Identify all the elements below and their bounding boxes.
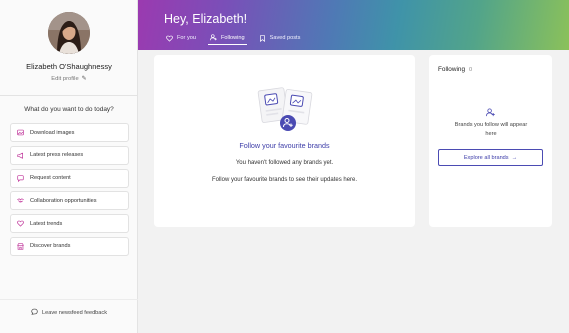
tab-label: Saved posts	[269, 35, 301, 41]
edit-profile-link[interactable]: Edit profile ✎	[0, 75, 138, 82]
image-icon	[17, 129, 24, 136]
action-label: Collaboration opportunities	[30, 197, 97, 204]
user-plus-icon	[486, 108, 495, 119]
tab-label: For you	[177, 35, 196, 41]
feedback-label: Leave newsfeed feedback	[42, 310, 107, 316]
action-label: Latest press releases	[30, 152, 84, 159]
store-icon	[17, 243, 24, 250]
following-title: Following	[438, 66, 465, 73]
sidebar: Elizabeth O'Shaughnessy Edit profile ✎ Wh…	[0, 0, 138, 333]
explore-label: Explore all brands	[463, 154, 509, 161]
action-list: Download images Latest press releases Re…	[10, 123, 129, 260]
sidebar-heading: What do you want to do today?	[24, 106, 114, 113]
action-label: Download images	[30, 129, 75, 136]
sidebar-bottom-divider	[0, 299, 138, 300]
following-card: Following 0 Brands you follow will appear…	[429, 55, 552, 227]
action-label: Discover brands	[30, 243, 71, 250]
action-discover-brands[interactable]: Discover brands	[10, 236, 129, 256]
action-label: Latest trends	[30, 220, 63, 227]
action-label: Request content	[30, 175, 71, 182]
heart-icon	[166, 35, 173, 42]
action-latest-trends[interactable]: Latest trends	[10, 214, 129, 234]
following-empty-text: Brands you follow will appear here	[454, 122, 528, 137]
chat-icon	[17, 174, 24, 182]
empty-state-hint: Follow your favourite brands to see thei…	[211, 177, 358, 183]
follow-brands-card: Follow your favourite brands You haven't…	[154, 55, 415, 227]
chat-icon	[31, 308, 38, 317]
bookmark-icon	[259, 34, 266, 42]
action-collaboration-opportunities[interactable]: Collaboration opportunities	[10, 191, 129, 211]
following-count: 0	[469, 67, 473, 73]
heart-icon	[17, 220, 24, 227]
profile-name: Elizabeth O'Shaughnessy	[26, 62, 112, 71]
explore-all-brands-button[interactable]: Explore all brands →	[438, 149, 543, 166]
tab-following[interactable]: Following	[207, 34, 247, 45]
edit-profile-label: Edit profile	[51, 76, 79, 82]
follow-brands-illustration	[256, 83, 316, 135]
following-heading: Following 0	[438, 66, 472, 73]
sidebar-divider	[0, 95, 138, 96]
arrow-right-icon: →	[511, 154, 518, 161]
avatar[interactable]	[48, 12, 90, 54]
tab-saved-posts[interactable]: Saved posts	[257, 34, 303, 45]
follow-brands-title: Follow your favourite brands	[239, 141, 330, 150]
greeting-title: Hey, Elizabeth!	[164, 12, 248, 26]
hero-banner: Hey, Elizabeth! For you Following Saved …	[138, 0, 569, 50]
tab-for-you[interactable]: For you	[164, 34, 198, 45]
user-plus-icon	[209, 34, 217, 41]
pencil-icon: ✎	[81, 76, 87, 82]
action-request-content[interactable]: Request content	[10, 168, 129, 188]
action-latest-press-releases[interactable]: Latest press releases	[10, 145, 129, 165]
feed-tabs: For you Following Saved posts	[164, 34, 312, 45]
empty-state-message: You haven't followed any brands yet.	[235, 160, 334, 166]
handshake-icon	[17, 197, 24, 204]
action-download-images[interactable]: Download images	[10, 123, 129, 142]
tab-label: Following	[220, 34, 245, 41]
megaphone-icon	[17, 152, 24, 159]
leave-feedback-link[interactable]: Leave newsfeed feedback	[0, 308, 138, 317]
